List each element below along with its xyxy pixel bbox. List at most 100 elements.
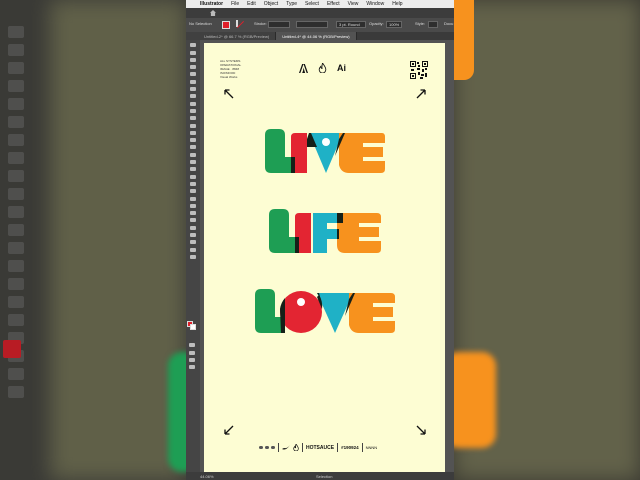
menu-app-name[interactable]: Illustrator: [196, 1, 227, 7]
background-left: [0, 0, 186, 480]
swoosh-icon: [282, 444, 290, 449]
menu-object[interactable]: Object: [260, 1, 282, 7]
arrow-se-icon: [416, 425, 426, 435]
menu-type[interactable]: Type: [282, 1, 301, 7]
style-picker[interactable]: [428, 21, 438, 28]
poster-footer: HOTSAUCE #190924 NNNN: [259, 443, 377, 452]
illustrator-window: Illustrator File Edit Object Type Select…: [186, 0, 454, 480]
hand-tool-icon[interactable]: [190, 240, 196, 245]
qr-code-icon: [410, 61, 428, 79]
word-love-graphic: [254, 289, 395, 333]
selection-tool-icon[interactable]: [190, 43, 196, 48]
line-tool-icon[interactable]: [190, 94, 196, 99]
artboard-tool-icon[interactable]: [190, 225, 196, 230]
arrow-sw-icon: [224, 425, 234, 435]
toolbar-stroke-swatch[interactable]: [190, 324, 196, 330]
direct-selection-tool-icon[interactable]: [190, 50, 196, 55]
pencil-tool-icon[interactable]: [190, 123, 196, 128]
shaper-tool-icon[interactable]: [190, 116, 196, 121]
info-line: Visual Works: [220, 75, 238, 79]
mesh-tool-icon[interactable]: [190, 181, 196, 186]
application-bar: [186, 8, 454, 18]
type-tool-icon[interactable]: [190, 87, 196, 92]
fill-swatch[interactable]: [222, 21, 230, 29]
menu-window[interactable]: Window: [362, 1, 388, 7]
drawing-mode-icon[interactable]: [189, 350, 195, 355]
stroke-weight-field[interactable]: [268, 21, 290, 28]
pen-tool-icon[interactable]: [190, 72, 196, 77]
swap-colors-icon[interactable]: [190, 254, 196, 259]
perspective-grid-tool-icon[interactable]: [190, 174, 196, 179]
free-transform-tool-icon[interactable]: [190, 160, 196, 165]
menu-bar: Illustrator File Edit Object Type Select…: [186, 0, 454, 8]
scale-tool-icon[interactable]: [190, 145, 196, 150]
arrow-ne-icon: [416, 89, 426, 99]
word-life[interactable]: [204, 209, 445, 253]
footer-dots: [259, 446, 275, 449]
width-tool-icon[interactable]: [190, 152, 196, 157]
column-graph-tool-icon[interactable]: [190, 218, 196, 223]
word-live-graphic: [264, 129, 385, 173]
symbol-sprayer-tool-icon[interactable]: [190, 211, 196, 216]
slice-tool-icon[interactable]: [190, 233, 196, 238]
footer-tag: HOTSAUCE: [306, 444, 335, 451]
magic-wand-tool-icon[interactable]: [190, 57, 196, 62]
edit-toolbar-icon[interactable]: [189, 365, 195, 370]
home-icon[interactable]: [210, 10, 216, 16]
word-love[interactable]: [204, 289, 445, 335]
footer-divider: [361, 443, 363, 452]
color-mode-icon[interactable]: [189, 343, 195, 348]
brush-definition-field[interactable]: 3 pt. Round: [336, 21, 366, 28]
menu-edit[interactable]: Edit: [243, 1, 260, 7]
gradient-tool-icon[interactable]: [190, 189, 196, 194]
footer-divider: [337, 443, 339, 452]
eyedropper-tool-icon[interactable]: [190, 196, 196, 201]
current-tool-status: Selection: [316, 474, 333, 479]
menu-select[interactable]: Select: [301, 1, 323, 7]
arrow-nw-icon: [224, 89, 234, 99]
variable-width-field[interactable]: [296, 21, 328, 28]
footer-divider: [302, 443, 303, 452]
document-setup-button[interactable]: Docu: [444, 21, 453, 26]
tools-panel: [186, 40, 200, 480]
stroke-label: Stroke:: [254, 21, 267, 26]
eraser-tool-icon[interactable]: [190, 130, 196, 135]
opacity-field[interactable]: 100%: [386, 21, 402, 28]
menu-help[interactable]: Help: [388, 1, 406, 7]
background-right: [454, 0, 640, 480]
illustrator-logo: Ai: [337, 63, 346, 73]
status-bar: 44.06% Selection: [186, 472, 454, 480]
poster-info-text: ALL SYSTEMS OPERATIONAL IMAGE · 8848 ISO…: [220, 59, 250, 79]
zoom-level[interactable]: 44.06%: [200, 474, 214, 479]
menu-file[interactable]: File: [227, 1, 243, 7]
flame-icon: [293, 444, 299, 451]
curvature-tool-icon[interactable]: [190, 79, 196, 84]
opacity-label: Opacity:: [369, 21, 384, 26]
footer-code: #190924: [341, 445, 359, 450]
artboard[interactable]: ALL SYSTEMS OPERATIONAL IMAGE · 8848 ISO…: [204, 43, 445, 472]
adobe-icon: [299, 63, 308, 73]
paintbrush-tool-icon[interactable]: [190, 108, 196, 113]
blend-tool-icon[interactable]: [190, 203, 196, 208]
rectangle-tool-icon[interactable]: [190, 101, 196, 106]
shape-builder-tool-icon[interactable]: [190, 167, 196, 172]
rotate-tool-icon[interactable]: [190, 138, 196, 143]
flame-icon: [318, 63, 327, 73]
lasso-tool-icon[interactable]: [190, 65, 196, 70]
tab-untitled-2[interactable]: Untitled-2* @ 66.7 % (RGB/Preview): [186, 32, 277, 40]
word-live[interactable]: [204, 129, 445, 175]
footer-divider: [278, 443, 279, 452]
footer-signature: NNNN: [365, 445, 378, 450]
zoom-tool-icon[interactable]: [190, 247, 196, 252]
stroke-swatch[interactable]: [236, 20, 238, 27]
control-panel: No Selection Stroke: 3 pt. Round Opacity…: [186, 18, 454, 32]
selection-status: No Selection: [189, 21, 212, 26]
word-life-graphic: [268, 209, 381, 253]
menu-effect[interactable]: Effect: [323, 1, 344, 7]
poster-logo-row: Ai: [299, 63, 346, 73]
document-tabs: Untitled-2* @ 66.7 % (RGB/Preview) Untit…: [186, 32, 454, 40]
tab-untitled-4[interactable]: Untitled-4* @ 44.06 % (RGB/Preview): [276, 32, 357, 40]
style-label: Style:: [415, 21, 426, 26]
menu-view[interactable]: View: [344, 1, 363, 7]
screen-mode-icon[interactable]: [189, 357, 195, 362]
